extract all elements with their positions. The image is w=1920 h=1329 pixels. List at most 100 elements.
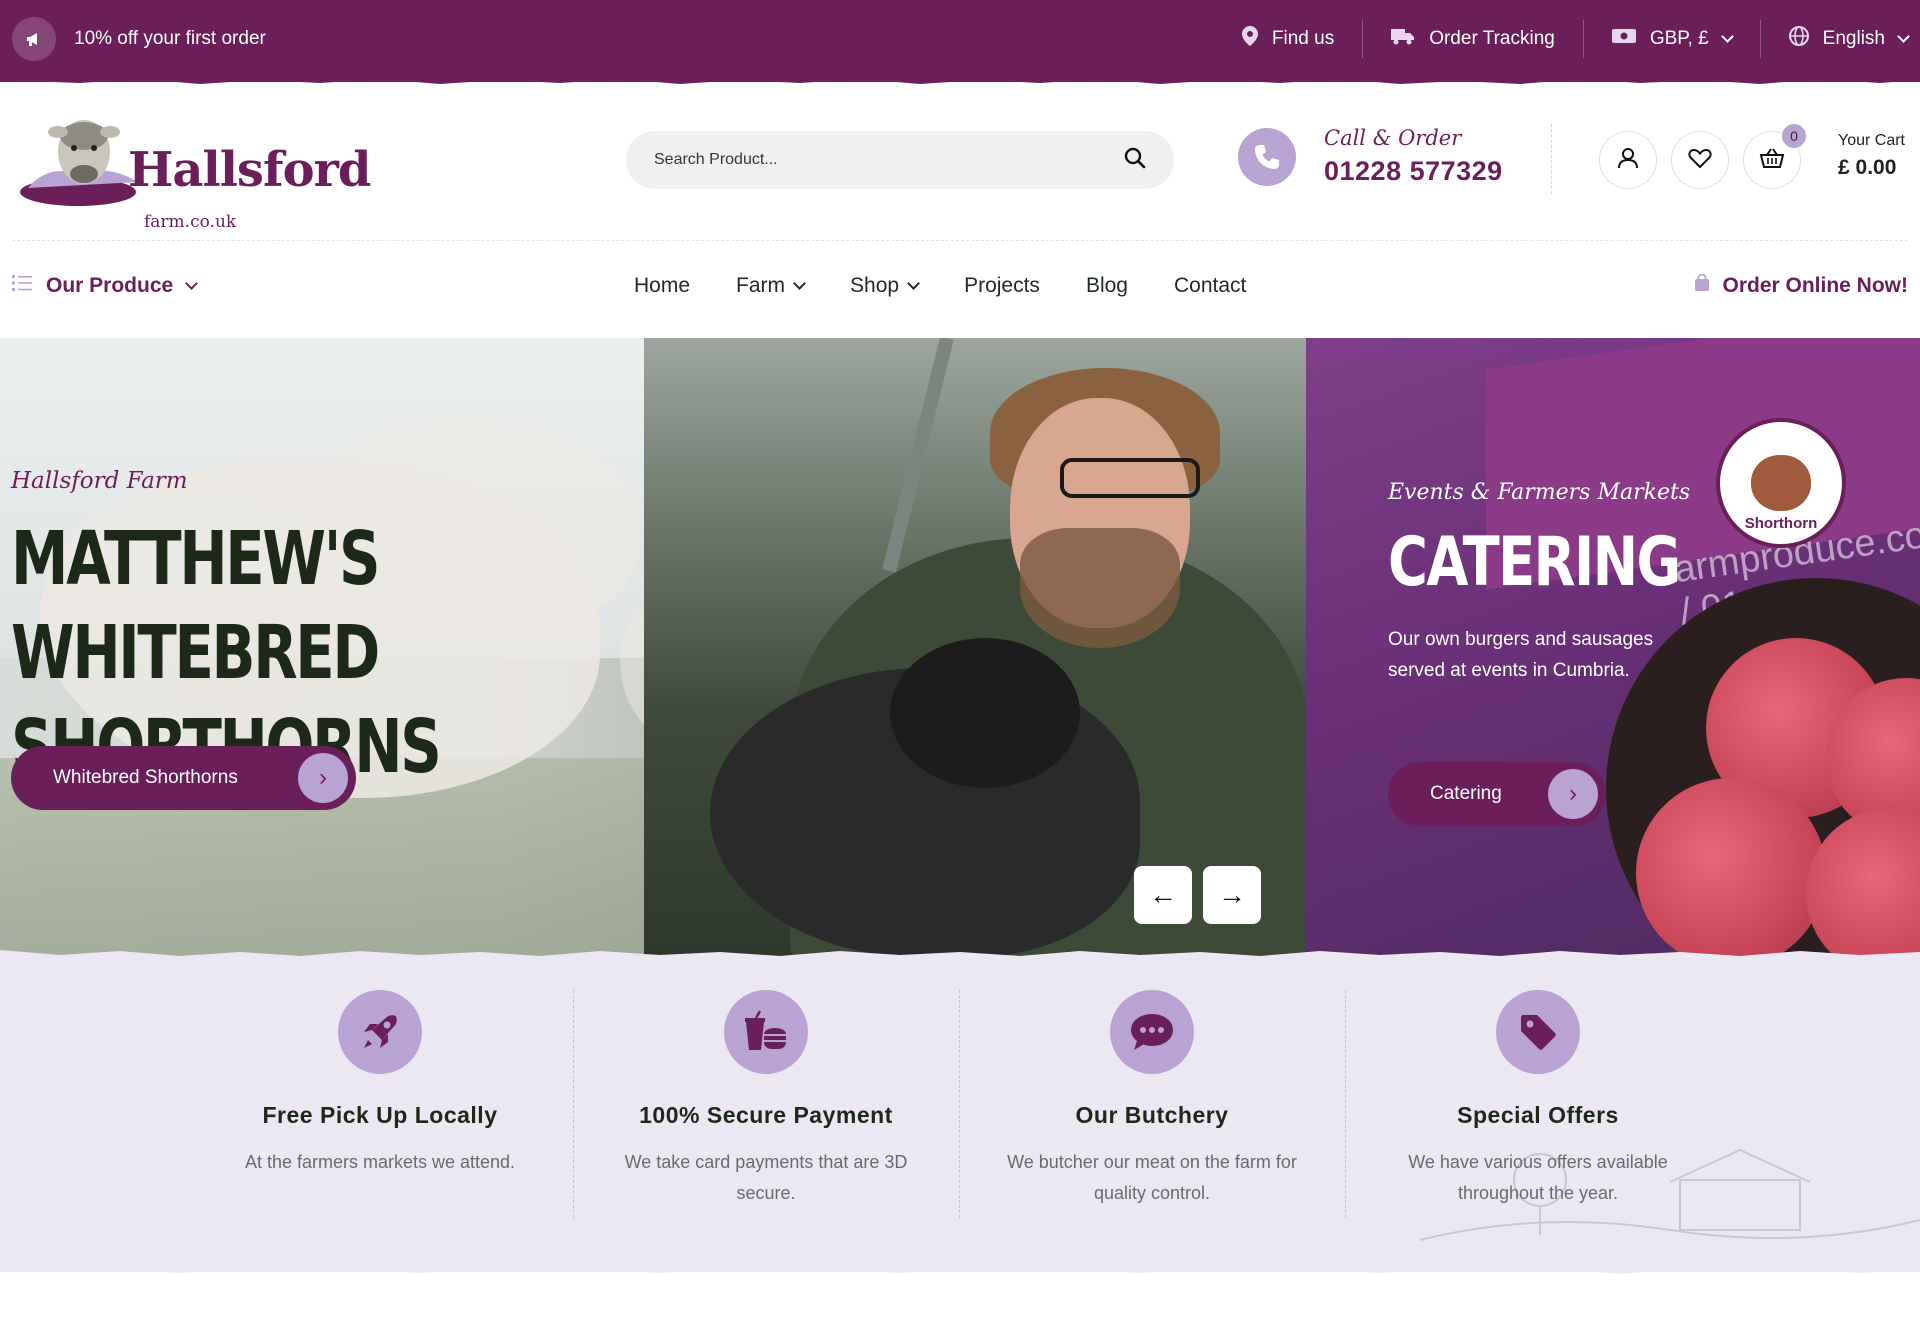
catering-description: Our own burgers and sausages served at e…	[1388, 629, 1654, 681]
chevron-down-icon	[1720, 29, 1734, 43]
map-pin-icon	[1241, 26, 1258, 52]
heart-icon	[1688, 147, 1712, 174]
shopping-bag-icon	[1694, 273, 1710, 298]
tag-icon	[1496, 990, 1580, 1074]
nav-item-label: Contact	[1173, 274, 1247, 297]
catering-title: CATERING	[1388, 523, 1681, 602]
nav-item-label: Projects	[964, 274, 1040, 297]
our-produce-label: Our Produce	[46, 274, 174, 297]
order-online-link[interactable]: Order Online Now!	[1694, 273, 1908, 298]
hero-title-line: MATTHEW'S WHITEBRED	[11, 516, 381, 696]
feature-special-offers: Special Offers We have various offers av…	[1345, 990, 1731, 1209]
currency-label: GBP, £	[1649, 28, 1709, 49]
find-us-label: Find us	[1271, 28, 1335, 49]
site-logo[interactable]: Hallsford farm.co.uk	[18, 112, 371, 232]
nav-item-label: Farm	[736, 274, 786, 297]
torn-edge	[0, 76, 1920, 84]
arrow-left-icon: ←	[1149, 879, 1177, 910]
hero-slide: Hallsford Farm MATTHEW'S WHITEBRED SHORT…	[0, 338, 1306, 960]
header-separator	[12, 240, 1908, 241]
nav-item-label: Home	[634, 274, 691, 297]
currency-selector[interactable]: GBP, £	[1582, 20, 1760, 58]
promo[interactable]: 10% off your first order	[12, 17, 266, 61]
list-icon	[12, 274, 32, 298]
truck-icon	[1391, 27, 1415, 51]
chevron-down-icon	[1897, 29, 1910, 43]
burger-patty	[1636, 778, 1826, 960]
order-tracking-label: Order Tracking	[1429, 28, 1555, 49]
phone-number[interactable]: 01228 577329	[1324, 156, 1503, 187]
catering-kicker: Events & Farmers Markets	[1388, 480, 1691, 505]
search-input[interactable]	[654, 151, 1124, 169]
cart-label: Your Cart	[1838, 132, 1905, 149]
money-icon	[1611, 28, 1636, 50]
megaphone-icon	[12, 17, 56, 61]
feature-description: We have various offers available through…	[1408, 1152, 1668, 1203]
lamb-image	[890, 638, 1080, 788]
nav-item-farm[interactable]: Farm	[736, 274, 806, 298]
account-button[interactable]	[1599, 131, 1657, 189]
top-links: Find us Order Tracking GBP, £ English	[1214, 0, 1920, 78]
nav-item-label: Shop	[850, 274, 900, 297]
feature-title: Our Butchery	[1075, 1102, 1229, 1128]
whitebred-shorthorns-button[interactable]: Whitebred Shorthorns ›	[11, 746, 356, 810]
nav-item-blog[interactable]: Blog	[1086, 274, 1128, 298]
primary-menu: Home Farm Shop Projects Blog Contact	[634, 274, 1246, 298]
user-icon	[1616, 146, 1640, 175]
cart-summary[interactable]: Your Cart £ 0.00	[1838, 132, 1905, 180]
nav-item-shop[interactable]: Shop	[850, 274, 920, 298]
chevron-down-icon	[907, 276, 920, 290]
chevron-down-icon	[185, 276, 199, 290]
slider-next-button[interactable]: →	[1203, 866, 1261, 924]
wishlist-button[interactable]	[1671, 131, 1729, 189]
nav-item-label: Blog	[1085, 274, 1128, 297]
search-bar	[626, 131, 1174, 189]
phone-icon	[1238, 127, 1296, 186]
globe-icon	[1788, 26, 1809, 52]
cow-cartoon-icon	[1751, 455, 1811, 511]
promo-text: 10% off your first order	[74, 28, 266, 49]
nav-item-projects[interactable]: Projects	[964, 274, 1040, 298]
catering-text: Events & Farmers Markets CATERING Our ow…	[1388, 480, 1752, 686]
our-produce-menu[interactable]: Our Produce	[12, 274, 199, 298]
arrow-right-icon: →	[1218, 879, 1246, 910]
feature-description: At the farmers markets we attend.	[244, 1152, 516, 1172]
catering-promo: armproduce.co.uk / 01228 Shorthorn Event…	[1306, 338, 1920, 960]
cart-total: £ 0.00	[1838, 156, 1897, 179]
order-online-label: Order Online Now!	[1722, 274, 1908, 297]
cart-button[interactable]: 0	[1743, 124, 1806, 189]
hero-photo-detail	[1060, 458, 1200, 498]
nav-item-home[interactable]: Home	[634, 274, 690, 298]
call-title: Call & Order	[1324, 126, 1462, 150]
button-label: Whitebred Shorthorns	[53, 767, 238, 788]
feature-description: We butcher our meat on the farm for qual…	[1007, 1152, 1297, 1203]
badge-label: Shorthorn	[1744, 515, 1818, 532]
nav-item-contact[interactable]: Contact	[1174, 274, 1246, 298]
slider-prev-button[interactable]: ←	[1134, 866, 1192, 924]
hero-section: Hallsford Farm MATTHEW'S WHITEBRED SHORT…	[0, 338, 1920, 960]
chevron-right-icon: ›	[1548, 769, 1598, 819]
find-us-link[interactable]: Find us	[1214, 20, 1362, 58]
features-strip: Free Pick Up Locally At the farmers mark…	[0, 960, 1920, 1272]
hero-photo-detail	[1020, 528, 1180, 648]
main-nav: Our Produce Home Farm Shop Projects Blog…	[0, 258, 1920, 318]
chevron-right-icon: ›	[298, 753, 348, 803]
button-label: Catering	[1430, 783, 1502, 804]
chat-bubble-icon	[1110, 990, 1194, 1074]
logo-name: Hallsford	[128, 142, 371, 198]
language-label: English	[1822, 28, 1885, 49]
torn-edge	[0, 1266, 1920, 1274]
feature-description: We take card payments that are 3D secure…	[624, 1152, 908, 1203]
fast-food-icon	[724, 990, 808, 1074]
language-selector[interactable]: English	[1759, 20, 1920, 58]
catering-button[interactable]: Catering ›	[1388, 762, 1606, 826]
feature-butchery: Our Butchery We butcher our meat on the …	[959, 990, 1345, 1209]
search-icon[interactable]	[1124, 147, 1146, 174]
feature-title: 100% Secure Payment	[639, 1102, 893, 1128]
rocket-icon	[338, 990, 422, 1074]
feature-title: Special Offers	[1457, 1102, 1619, 1128]
feature-pickup: Free Pick Up Locally At the farmers mark…	[187, 990, 573, 1178]
call-and-order[interactable]: Call & Order 01228 577329	[1238, 126, 1503, 187]
basket-icon	[1759, 147, 1785, 174]
order-tracking-link[interactable]: Order Tracking	[1362, 20, 1583, 58]
